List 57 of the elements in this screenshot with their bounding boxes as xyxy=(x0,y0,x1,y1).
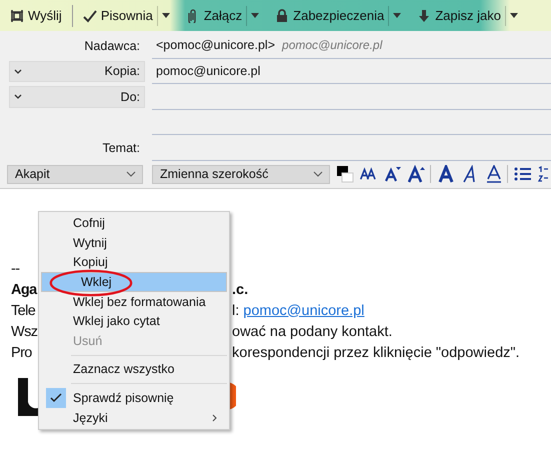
signature-text: -- xyxy=(11,260,20,278)
signature-text: l: pomoc@unicore.pl xyxy=(232,302,364,320)
menu-item[interactable]: Wklej jako cytat xyxy=(41,311,227,332)
larger-font-icon[interactable] xyxy=(408,165,426,183)
caret-icon xyxy=(393,13,402,18)
bullet-list-icon[interactable] xyxy=(514,165,532,183)
signature-text: Wsz xyxy=(11,322,38,342)
toolbar-button[interactable]: Załącz xyxy=(182,8,246,23)
field-toggle-button[interactable]: Do: xyxy=(9,86,145,108)
field-label: Nadawca: xyxy=(84,38,140,53)
signature-text: .c. xyxy=(232,280,248,300)
signature-text: korespondencji przez kliknięcie "odpowiedz". xyxy=(232,344,520,362)
menu-item[interactable]: Wytnij xyxy=(41,233,227,253)
signature-text: Pro xyxy=(11,344,32,362)
numbered-list-icon[interactable] xyxy=(538,165,548,183)
chevron-icon xyxy=(313,171,323,177)
chevron-icon xyxy=(126,171,136,177)
field-value: pomoc@unicore.pl xyxy=(156,64,260,78)
chevron-icon xyxy=(14,68,22,74)
menu-item[interactable]: Sprawdź pisownię xyxy=(41,388,227,408)
sender-hint: pomoc@unicore.pl xyxy=(282,38,382,52)
send-icon xyxy=(10,8,24,22)
signature-text: ować na podany kontakt. xyxy=(232,322,392,342)
menu-item[interactable]: Wklej bez formatowania xyxy=(41,292,227,312)
field-toggle-button[interactable]: Kopia: xyxy=(9,60,145,82)
toolbar-button[interactable]: Zapisz jako xyxy=(413,8,505,23)
caret-icon xyxy=(162,13,170,18)
underline-icon[interactable] xyxy=(485,165,503,183)
field-value: <pomoc@unicore.pl> xyxy=(156,38,276,52)
field-label: Temat: xyxy=(102,140,140,155)
input-field[interactable]: pomoc@unicore.pl xyxy=(152,58,551,84)
signature-text: Tele xyxy=(11,302,36,320)
checkmark-icon xyxy=(82,8,97,22)
signature-text: Aga xyxy=(11,280,37,300)
paragraph-select[interactable]: Akapit xyxy=(7,164,143,184)
menu-item[interactable]: Zaznacz wszystko xyxy=(41,360,227,380)
field-label: Kopia: xyxy=(104,64,140,78)
down-arrow-icon xyxy=(417,8,432,22)
email-link[interactable]: pomoc@unicore.pl xyxy=(243,302,364,318)
toolbar-button[interactable]: Zabezpieczenia xyxy=(271,8,388,23)
logo-fragment xyxy=(18,378,38,416)
caret-icon xyxy=(251,13,260,18)
chevron-icon xyxy=(14,94,22,100)
bold-icon[interactable] xyxy=(437,165,455,183)
caret-icon xyxy=(510,13,518,18)
toolbar-button[interactable]: Pisownia xyxy=(78,8,157,23)
checkmark-icon xyxy=(46,388,66,408)
menu-item[interactable]: Cofnij xyxy=(41,214,227,234)
input-field[interactable]: <pomoc@unicore.pl> pomoc@unicore.pl xyxy=(152,33,551,58)
menu-item[interactable]: Języki xyxy=(41,408,227,428)
text-color-icon[interactable] xyxy=(336,165,354,183)
field-label: Do: xyxy=(120,90,140,104)
menu-item[interactable]: Kopiuj xyxy=(41,252,227,272)
lock-icon xyxy=(275,8,290,22)
smaller-font-icon[interactable] xyxy=(384,165,402,183)
toolbar-button[interactable]: Wyślij xyxy=(6,8,66,23)
font-select[interactable]: Zmienna szerokość xyxy=(152,164,330,184)
